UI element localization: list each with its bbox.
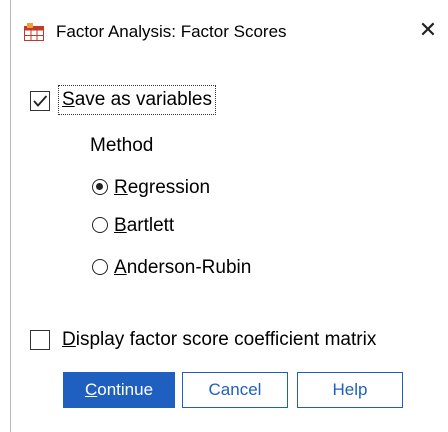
display-coefficient-matrix-label[interactable]: Display factor score coefficient matrix bbox=[62, 327, 376, 353]
method-group-title: Method bbox=[90, 135, 154, 156]
radio-button[interactable] bbox=[92, 259, 108, 275]
radio-button[interactable] bbox=[92, 217, 108, 233]
window-title: Factor Analysis: Factor Scores bbox=[56, 22, 287, 41]
radio-label-bartlett: Bartlett bbox=[114, 215, 175, 236]
continue-button[interactable]: Continue bbox=[63, 372, 175, 408]
checkmark-icon bbox=[33, 95, 48, 107]
radio-label-regression: Regression bbox=[114, 177, 211, 198]
window-left-border bbox=[10, 0, 11, 432]
display-coefficient-matrix-checkbox[interactable] bbox=[30, 330, 50, 350]
radio-label-anderson-rubin: Anderson-Rubin bbox=[114, 257, 252, 278]
title-bar: Factor Analysis: Factor Scores ✕ bbox=[0, 0, 448, 62]
cancel-button[interactable]: Cancel bbox=[182, 372, 288, 408]
save-as-variables-label[interactable]: Save as variables bbox=[58, 85, 216, 115]
save-mnemonic: S bbox=[62, 89, 75, 110]
save-label-rest: ave as variables bbox=[74, 89, 212, 110]
save-as-variables-checkbox[interactable] bbox=[30, 91, 50, 111]
radio-button-selected[interactable] bbox=[92, 179, 108, 195]
app-icon bbox=[24, 23, 44, 41]
close-icon[interactable]: ✕ bbox=[414, 16, 442, 46]
help-button[interactable]: Help bbox=[297, 372, 403, 408]
